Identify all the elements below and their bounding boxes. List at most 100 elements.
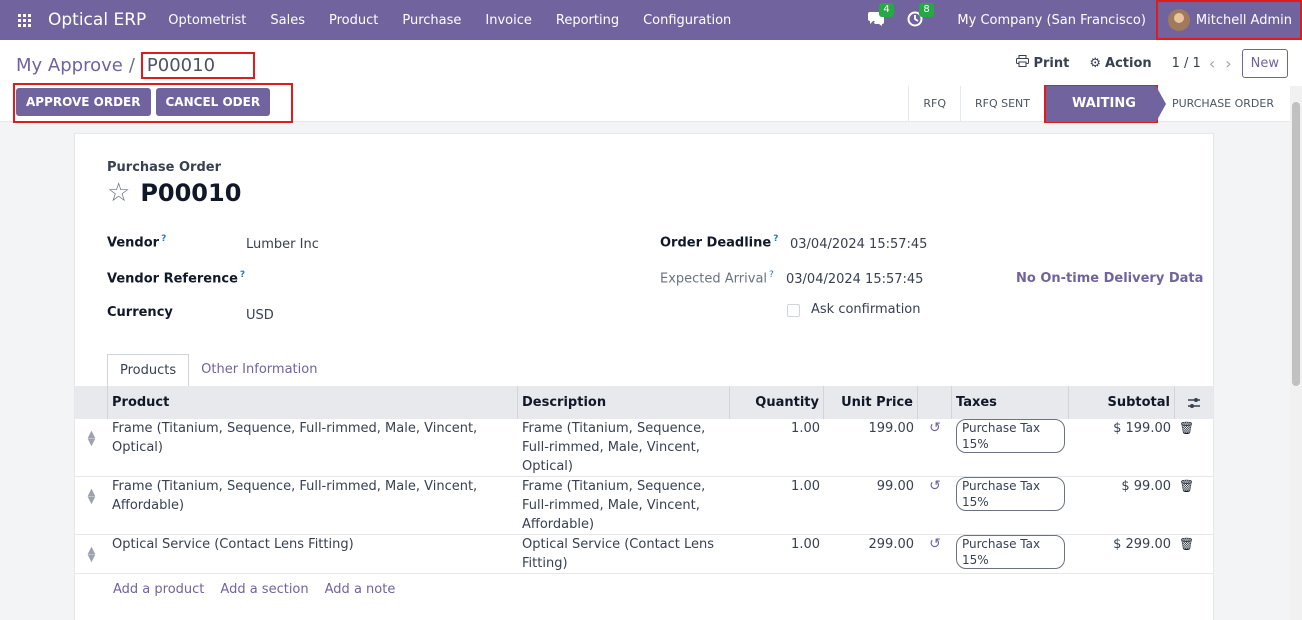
breadcrumb-current: P00010 [140, 52, 256, 79]
activities-clock-icon[interactable]: 8 [907, 3, 934, 29]
row-unit-price[interactable]: 299.00 [824, 535, 918, 573]
breadcrumb-separator: / [128, 55, 135, 76]
table-row[interactable]: ▲ ▼ Frame (Titanium, Sequence, Full-rimme… [75, 477, 1213, 535]
tax-tag[interactable]: Purchase Tax 15% [956, 477, 1065, 511]
cancel-order-button[interactable]: CANCEL ODER [155, 88, 271, 116]
top-navbar: Optical ERP Optometrist Sales Product Pu… [0, 0, 1302, 40]
menu-item-invoice[interactable]: Invoice [485, 13, 531, 28]
menu-item-configuration[interactable]: Configuration [643, 13, 731, 28]
add-note-link[interactable]: Add a note [325, 582, 396, 597]
messages-icon[interactable]: 4 [867, 3, 894, 29]
tab-other-information[interactable]: Other Information [189, 354, 329, 387]
row-description[interactable]: Frame (Titanium, Sequence, Full-rimmed, … [518, 477, 730, 534]
tax-tag[interactable]: Purchase Tax 15% [956, 535, 1065, 569]
table-row[interactable]: ▲ ▼ Optical Service (Contact Lens Fitting… [75, 535, 1213, 574]
expected-arrival-field[interactable]: 03/04/2024 15:57:45 [786, 272, 923, 287]
printer-icon [1016, 55, 1030, 71]
currency-label: Currency [107, 305, 173, 320]
row-description[interactable]: Optical Service (Contact Lens Fitting) [518, 535, 730, 573]
history-icon[interactable]: ↺ [929, 478, 941, 494]
ontime-delivery-link[interactable]: No On-time Delivery Data [1016, 271, 1203, 286]
help-icon[interactable]: ? [769, 270, 774, 280]
row-subtotal: $ 99.00 [1121, 479, 1171, 494]
help-icon[interactable]: ? [773, 234, 778, 244]
breadcrumb: My Approve / P00010 [16, 52, 256, 79]
vendor-reference-field[interactable] [246, 270, 546, 288]
avatar [1167, 9, 1190, 31]
col-taxes[interactable]: Taxes [952, 386, 1069, 419]
row-description[interactable]: Frame (Titanium, Sequence, Full-rimmed, … [518, 419, 730, 476]
help-icon[interactable]: ? [161, 234, 166, 244]
vendor-reference-label: Vendor Reference? [107, 270, 246, 287]
star-icon[interactable]: ☆ [107, 178, 130, 208]
page-title: P00010 [140, 179, 242, 207]
expected-arrival-label: Expected Arrival? [660, 270, 774, 287]
menu-item-sales[interactable]: Sales [270, 13, 305, 28]
user-menu[interactable]: Mitchell Admin [1155, 0, 1302, 40]
menu-item-product[interactable]: Product [329, 13, 378, 28]
action-buttons-group: APPROVE ORDER CANCEL ODER [13, 83, 293, 123]
optional-columns-icon[interactable] [1175, 386, 1213, 419]
status-waiting[interactable]: WAITING [1046, 86, 1166, 122]
order-deadline-field[interactable]: 03/04/2024 15:57:45 [790, 237, 927, 252]
drag-handle-icon[interactable]: ▲ ▼ [75, 543, 108, 564]
document-type-label: Purchase Order [107, 160, 222, 175]
pager-prev-icon[interactable]: ‹ [1209, 54, 1215, 73]
history-icon[interactable]: ↺ [929, 420, 941, 436]
add-product-link[interactable]: Add a product [113, 582, 204, 597]
order-lines-table: Product Description Quantity Unit Price … [75, 386, 1213, 605]
col-quantity[interactable]: Quantity [730, 386, 824, 419]
apps-menu-icon[interactable] [0, 0, 48, 40]
trash-icon[interactable]: 🗑 [1179, 479, 1194, 493]
scrollbar-thumb[interactable] [1292, 102, 1300, 386]
trash-icon[interactable]: 🗑 [1179, 421, 1194, 435]
tax-tag[interactable]: Purchase Tax 15% [956, 419, 1065, 453]
col-subtotal[interactable]: Subtotal [1069, 386, 1175, 419]
row-product[interactable]: Frame (Titanium, Sequence, Full-rimmed, … [108, 419, 518, 476]
company-switcher[interactable]: My Company (San Francisco) [957, 13, 1145, 28]
menu-item-optometrist[interactable]: Optometrist [168, 13, 246, 28]
ask-confirmation-checkbox[interactable] [787, 304, 800, 317]
order-deadline-label: Order Deadline? [660, 234, 779, 251]
table-header: Product Description Quantity Unit Price … [75, 386, 1213, 419]
row-quantity[interactable]: 1.00 [730, 477, 824, 534]
status-rfq-sent[interactable]: RFQ SENT [960, 86, 1044, 122]
currency-field[interactable]: USD [246, 308, 274, 323]
help-icon[interactable]: ? [240, 270, 245, 280]
row-subtotal: $ 299.00 [1113, 537, 1171, 552]
drag-handle-icon[interactable]: ▲ ▼ [75, 485, 108, 506]
pager-next-icon[interactable]: › [1225, 54, 1231, 73]
col-unit-price[interactable]: Unit Price [824, 386, 918, 419]
tab-products[interactable]: Products [107, 354, 190, 387]
action-button[interactable]: ⚙ Action [1089, 56, 1151, 71]
status-bar: RFQ RFQ SENT WAITING PURCHASE ORDER [908, 85, 1288, 123]
row-unit-price[interactable]: 199.00 [824, 419, 918, 476]
table-row[interactable]: ▲ ▼ Frame (Titanium, Sequence, Full-rimme… [75, 419, 1213, 477]
add-line-links: Add a product Add a section Add a note [75, 574, 1213, 605]
trash-icon[interactable]: 🗑 [1179, 537, 1194, 551]
approve-order-button[interactable]: APPROVE ORDER [16, 88, 151, 116]
row-unit-price[interactable]: 99.00 [824, 477, 918, 534]
print-button[interactable]: Print [1016, 55, 1069, 71]
status-purchase-order[interactable]: PURCHASE ORDER [1158, 86, 1288, 122]
menu-item-reporting[interactable]: Reporting [556, 13, 619, 28]
breadcrumb-parent-link[interactable]: My Approve [16, 55, 123, 76]
new-button[interactable]: New [1241, 48, 1288, 78]
page-scrollbar[interactable] [1290, 86, 1302, 620]
history-icon[interactable]: ↺ [929, 536, 941, 552]
menu-item-purchase[interactable]: Purchase [402, 13, 461, 28]
col-product[interactable]: Product [108, 386, 518, 419]
vendor-field[interactable]: Lumber Inc [246, 237, 319, 252]
status-rfq[interactable]: RFQ [908, 86, 960, 122]
gear-icon: ⚙ [1089, 55, 1102, 71]
drag-handle-icon[interactable]: ▲ ▼ [75, 427, 108, 448]
row-quantity[interactable]: 1.00 [730, 419, 824, 476]
messages-count-badge: 4 [879, 3, 894, 17]
row-quantity[interactable]: 1.00 [730, 535, 824, 573]
row-product[interactable]: Frame (Titanium, Sequence, Full-rimmed, … [108, 477, 518, 534]
col-description[interactable]: Description [518, 386, 730, 419]
pager-value[interactable]: 1 / 1 [1172, 56, 1201, 71]
row-product[interactable]: Optical Service (Contact Lens Fitting) [108, 535, 518, 573]
add-section-link[interactable]: Add a section [220, 582, 308, 597]
app-brand[interactable]: Optical ERP [48, 10, 146, 30]
